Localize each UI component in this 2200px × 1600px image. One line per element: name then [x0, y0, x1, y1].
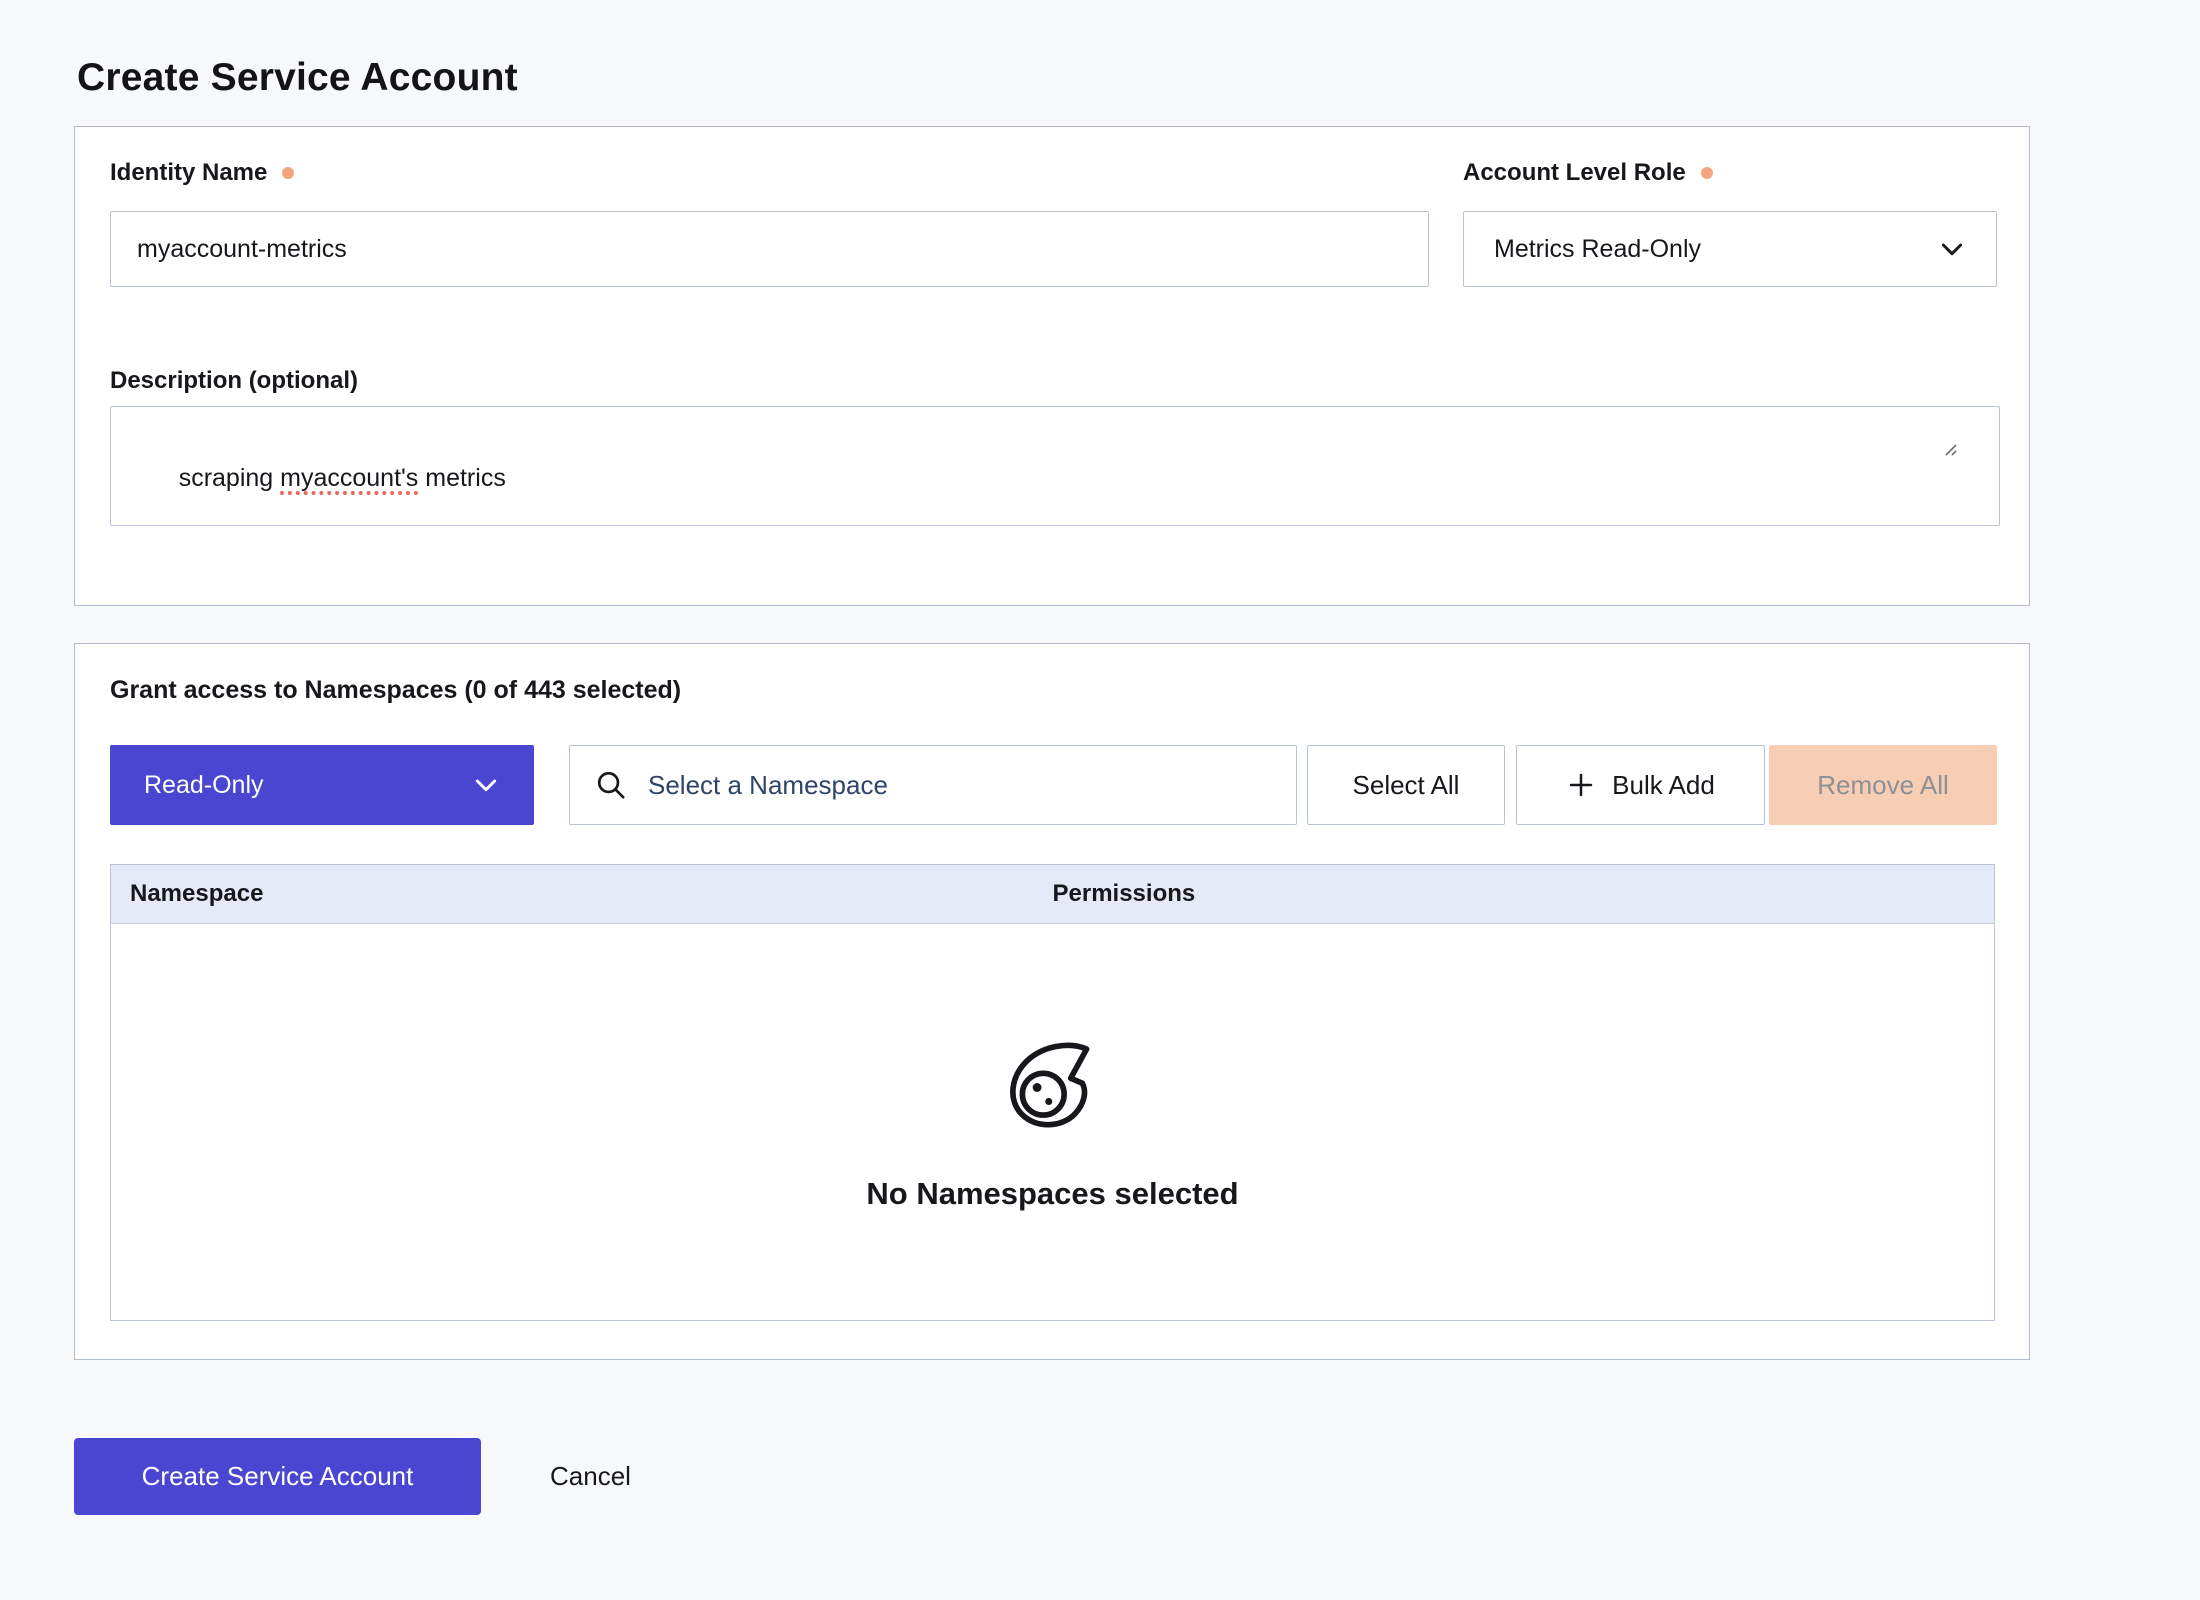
resize-grip-icon[interactable]	[1940, 374, 1996, 522]
account-level-role-select[interactable]: Metrics Read-Only	[1463, 211, 1997, 287]
description-textarea[interactable]: scraping myaccount's metrics	[110, 406, 2000, 526]
select-all-button[interactable]: Select All	[1307, 745, 1505, 825]
description-text: metrics	[418, 464, 506, 492]
chevron-down-icon	[470, 769, 502, 801]
description-text-misspelled: myaccount's	[280, 464, 418, 492]
cancel-button[interactable]: Cancel	[550, 1438, 631, 1515]
namespace-section-heading: Grant access to Namespaces (0 of 443 sel…	[110, 676, 681, 705]
description-label-text: Description (optional)	[110, 367, 358, 395]
column-header-namespace: Namespace	[111, 880, 1053, 908]
identity-name-input[interactable]	[110, 211, 1429, 287]
description-text: scraping	[179, 464, 280, 492]
create-service-account-button[interactable]: Create Service Account	[74, 1438, 481, 1515]
plus-icon	[1566, 770, 1596, 800]
search-icon	[594, 768, 628, 802]
column-header-permissions: Permissions	[1053, 880, 1196, 908]
required-dot	[282, 167, 294, 179]
create-service-account-page: Create Service Account Identity Name Acc…	[0, 0, 2200, 1600]
namespace-table-body: No Namespaces selected	[110, 924, 1995, 1321]
permission-dropdown-value: Read-Only	[144, 771, 264, 800]
account-level-role-label: Account Level Role	[1463, 159, 1713, 187]
namespace-table-header: Namespace Permissions	[110, 864, 1995, 924]
identity-name-label: Identity Name	[110, 159, 294, 187]
account-level-role-value: Metrics Read-Only	[1494, 235, 1701, 264]
comet-icon	[1006, 1042, 1100, 1134]
namespace-search-input[interactable]	[646, 769, 1276, 802]
account-level-role-label-text: Account Level Role	[1463, 159, 1686, 187]
namespace-access-card: Grant access to Namespaces (0 of 443 sel…	[74, 643, 2030, 1360]
remove-all-label: Remove All	[1817, 770, 1949, 801]
chevron-down-icon	[1936, 233, 1968, 265]
identity-card: Identity Name Account Level Role Metrics…	[74, 126, 2030, 606]
description-label: Description (optional)	[110, 367, 358, 395]
select-all-label: Select All	[1353, 770, 1460, 801]
bulk-add-label: Bulk Add	[1612, 770, 1715, 801]
identity-name-label-text: Identity Name	[110, 159, 267, 187]
empty-state-text: No Namespaces selected	[866, 1176, 1238, 1212]
namespace-table: Namespace Permissions No Namespaces sele…	[110, 864, 1995, 1321]
page-title: Create Service Account	[77, 56, 518, 100]
namespace-search[interactable]	[569, 745, 1297, 825]
namespace-controls-row: Read-Only Select All Bulk Add	[75, 745, 2029, 825]
required-dot	[1701, 167, 1713, 179]
remove-all-button[interactable]: Remove All	[1769, 745, 1997, 825]
permission-dropdown[interactable]: Read-Only	[110, 745, 534, 825]
bulk-add-button[interactable]: Bulk Add	[1516, 745, 1765, 825]
